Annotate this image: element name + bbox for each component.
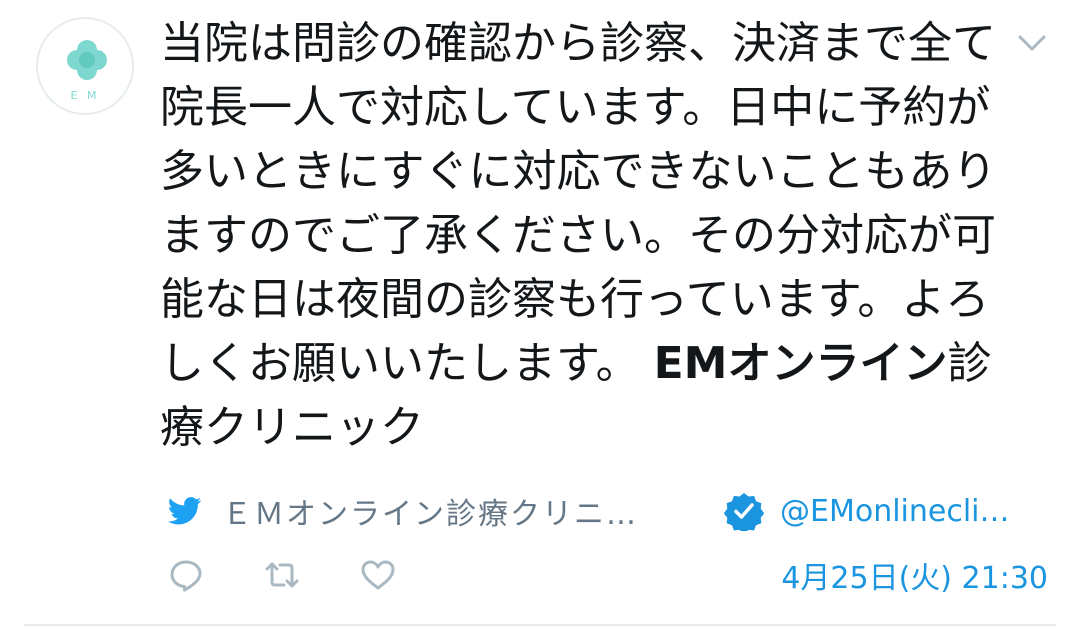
divider [24,624,1056,626]
retweet-icon[interactable] [264,557,300,593]
verified-badge-icon [724,493,764,531]
source-account[interactable]: ＥＭオンライン診療クリニ… [168,489,728,533]
tweet-text-bold[interactable]: EMオンライン [654,338,948,389]
chevron-down-icon[interactable] [1014,28,1050,58]
tweet-text-main: 当院は問診の確認から診察、決済まで全て院長一人で対応しています。日中に予約が多い… [160,18,997,389]
tweet-timestamp[interactable]: 4月25日(火) 21:30 [781,553,1048,597]
tweet-card[interactable]: E M 当院は問診の確認から診察、決済まで全て院長一人で対応しています。日中に予… [0,0,1080,631]
action-bar: 4月25日(火) 21:30 [168,550,1048,600]
clover-logo-icon [67,40,107,80]
quoted-source-row[interactable]: ＥＭオンライン診療クリニ… @EMonlinecli… [168,486,1048,536]
source-account-name: ＥＭオンライン診療クリニ… [222,497,638,532]
source-handle[interactable]: @EMonlinecli… [724,491,1010,531]
avatar[interactable]: E M [36,17,134,115]
twitter-bird-icon [168,497,202,525]
tweet-text: 当院は問診の確認から診察、決済まで全て院長一人で対応しています。日中に予約が多い… [160,12,1006,460]
reply-icon[interactable] [168,557,204,593]
heart-icon[interactable] [360,557,396,593]
source-handle-text: @EMonlinecli… [780,493,1010,529]
avatar-label: E M [70,89,100,102]
